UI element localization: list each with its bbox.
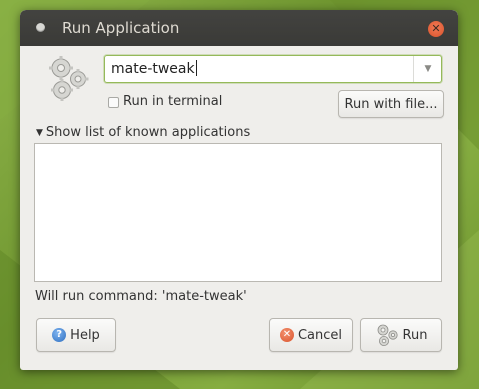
gears-icon bbox=[377, 324, 398, 346]
command-combobox[interactable]: mate-tweak ▼ bbox=[104, 55, 442, 83]
known-apps-expander[interactable]: ▼ Show list of known applications bbox=[36, 124, 250, 142]
run-with-file-button[interactable]: Run with file... bbox=[338, 90, 444, 118]
cancel-button-label: Cancel bbox=[297, 327, 343, 343]
known-applications-list[interactable] bbox=[34, 143, 442, 282]
run-in-terminal-checkbox[interactable] bbox=[108, 97, 119, 108]
window-menu-icon[interactable] bbox=[36, 23, 45, 32]
expander-arrow-icon: ▼ bbox=[36, 128, 43, 138]
run-in-terminal-label[interactable]: Run in terminal bbox=[123, 93, 222, 111]
run-button-label: Run bbox=[402, 327, 428, 343]
command-input[interactable]: mate-tweak bbox=[111, 56, 197, 82]
run-application-dialog: Run Application ✕ mate-tweak ▼ Run in te… bbox=[20, 10, 458, 370]
title-bar[interactable]: Run Application ✕ bbox=[20, 10, 458, 46]
gears-icon bbox=[49, 56, 89, 101]
known-apps-toggle-label: Show list of known applications bbox=[45, 125, 251, 140]
combo-dropdown-button[interactable]: ▼ bbox=[417, 56, 439, 82]
run-button[interactable]: Run bbox=[360, 318, 442, 352]
cancel-icon: ✕ bbox=[279, 328, 294, 342]
will-run-command-text: Will run command: 'mate-tweak' bbox=[35, 289, 247, 304]
command-input-value: mate-tweak bbox=[111, 61, 195, 77]
close-button[interactable]: ✕ bbox=[428, 21, 444, 37]
help-button-label: Help bbox=[70, 327, 100, 343]
help-button[interactable]: ? Help bbox=[36, 318, 116, 352]
combo-separator bbox=[413, 56, 414, 82]
cancel-button[interactable]: ✕ Cancel bbox=[269, 318, 353, 352]
run-with-file-label: Run with file... bbox=[344, 96, 438, 112]
help-icon: ? bbox=[52, 328, 67, 342]
text-caret bbox=[195, 60, 197, 76]
window-title: Run Application bbox=[62, 19, 180, 37]
